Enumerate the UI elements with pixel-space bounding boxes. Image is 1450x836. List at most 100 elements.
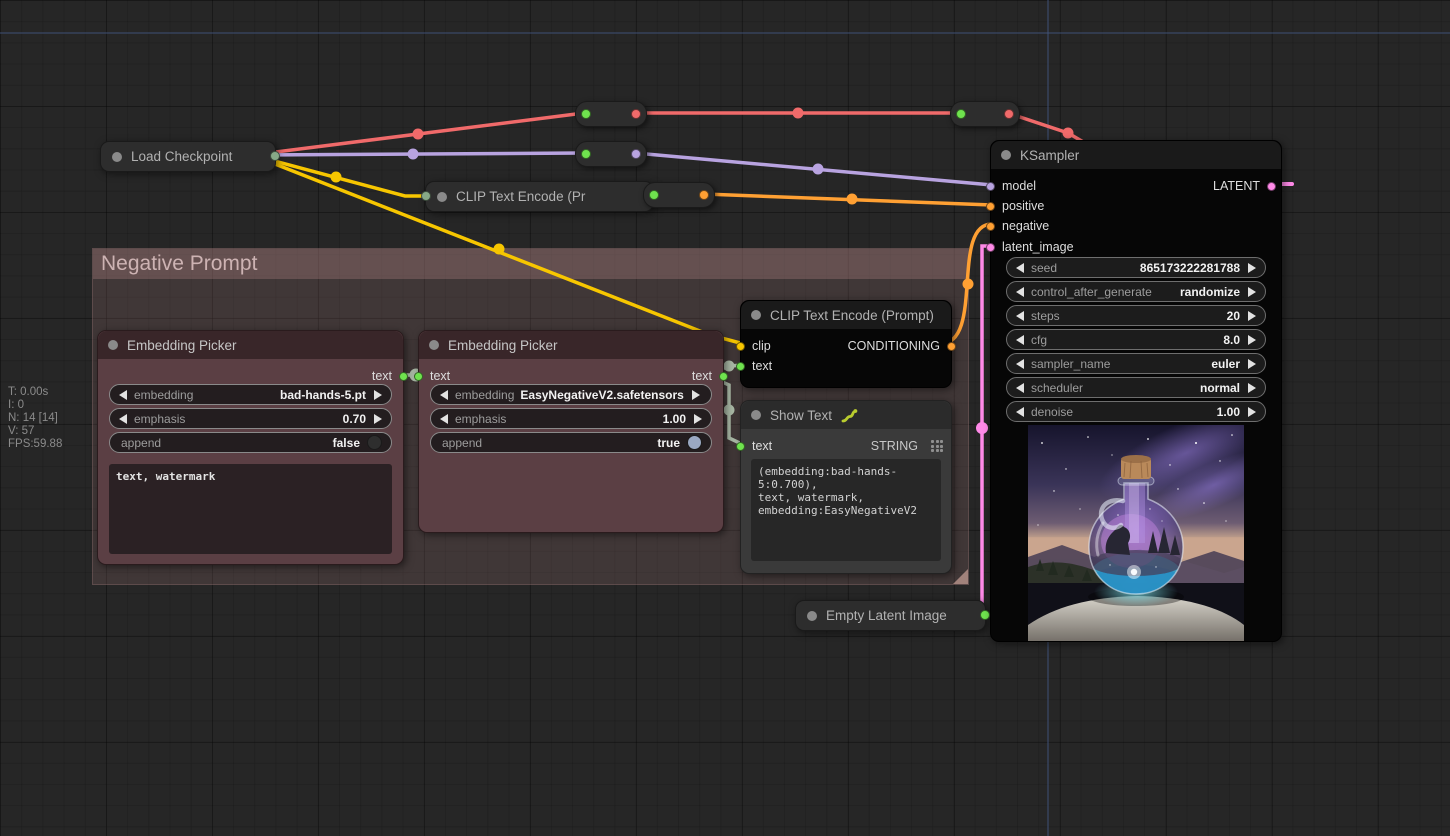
model-input-dot[interactable] [986,181,995,191]
node-clip-text-encode-positive[interactable]: CLIP Text Encode (Pr [421,181,658,212]
reroute-input[interactable] [581,148,591,159]
next-arrow-icon[interactable] [1248,310,1256,321]
output-slot-conditioning[interactable]: CONDITIONING [848,339,956,353]
node-embedding-picker-2[interactable]: Embedding Picker text text embedding Eas… [414,330,728,533]
prev-arrow-icon[interactable] [119,413,127,424]
clip-input-dot[interactable] [736,341,745,351]
next-arrow-icon[interactable] [691,389,700,400]
reroute-conditioning[interactable] [643,182,715,208]
conditioning-output-dot[interactable] [947,341,956,351]
input-slot-positive[interactable]: positive [986,199,1044,213]
reroute-output[interactable] [631,108,641,119]
collapse-toggle[interactable] [751,410,761,420]
node-graph-canvas[interactable]: T: 0.00s I: 0 N: 14 [14] V: 57 FPS:59.88… [0,0,1450,836]
collapse-toggle[interactable] [429,340,439,350]
widget-emphasis[interactable]: emphasis 1.00 [430,408,712,429]
next-arrow-icon[interactable] [1248,286,1256,297]
output-slot[interactable] [270,151,280,161]
prev-arrow-icon[interactable] [1016,310,1024,321]
input-slot-text[interactable]: text [736,359,772,373]
collapse-toggle[interactable] [807,610,817,621]
reroute-input[interactable] [649,189,659,200]
node-title-bar[interactable]: CLIP Text Encode (Prompt) [741,301,951,329]
collapse-toggle[interactable] [1001,150,1011,160]
widget-append[interactable]: append true [430,432,712,453]
node-empty-latent-image[interactable]: Empty Latent Image [795,600,990,631]
next-arrow-icon[interactable] [1248,358,1256,369]
negative-input-dot[interactable] [986,221,995,231]
prev-arrow-icon[interactable] [119,389,127,400]
toggle-dot[interactable] [687,435,702,450]
widget-denoise[interactable]: denoise 1.00 [1006,401,1266,422]
text-input-dot[interactable] [414,371,423,381]
prompt-textarea[interactable]: text, watermark [109,464,392,554]
reroute-model[interactable] [575,141,647,167]
group-negative-prompt-header[interactable]: Negative Prompt [93,249,968,279]
reroute-output[interactable] [631,148,641,159]
collapse-toggle[interactable] [437,191,447,202]
prev-arrow-icon[interactable] [1016,382,1024,393]
widget-steps[interactable]: steps 20 [1006,305,1266,326]
input-slot-negative[interactable]: negative [986,219,1049,233]
node-load-checkpoint[interactable]: Load Checkpoint [100,141,280,172]
prev-arrow-icon[interactable] [1016,334,1024,345]
next-arrow-icon[interactable] [1248,406,1256,417]
next-arrow-icon[interactable] [374,413,382,424]
widget-emphasis[interactable]: emphasis 0.70 [109,408,392,429]
prev-arrow-icon[interactable] [1016,262,1024,273]
node-title-bar[interactable]: Embedding Picker [98,331,403,359]
positive-input-dot[interactable] [986,201,995,211]
widget-embedding[interactable]: embedding EasyNegativeV2.safetensors [430,384,712,405]
widget-scheduler[interactable]: scheduler normal [1006,377,1266,398]
input-slot-latent-image[interactable]: latent_image [986,240,1074,254]
output-slot-text[interactable]: text [372,369,408,383]
node-embedding-picker-1[interactable]: Embedding Picker text embedding bad-hand… [97,330,408,565]
toggle-dot[interactable] [367,435,382,450]
group-resize-handle[interactable] [953,569,968,584]
node-title-bar[interactable]: Show Text [741,401,951,429]
prev-arrow-icon[interactable] [1016,286,1024,297]
prev-arrow-icon[interactable] [1016,406,1024,417]
input-slot-text[interactable]: text [414,369,450,383]
reroute-vae-1[interactable] [575,101,647,127]
next-arrow-icon[interactable] [1248,262,1256,273]
prev-arrow-icon[interactable] [1016,358,1024,369]
next-arrow-icon[interactable] [694,413,702,424]
output-slot-string[interactable]: STRING [871,439,943,453]
prev-arrow-icon[interactable] [440,389,448,400]
node-clip-text-encode-negative[interactable]: CLIP Text Encode (Prompt) clip text COND… [736,300,956,388]
collapse-toggle[interactable] [108,340,118,350]
reroute-vae-2[interactable] [950,101,1020,127]
node-title-bar[interactable]: KSampler [991,141,1281,169]
widget-seed[interactable]: seed 865173222281788 [1006,257,1266,278]
collapse-toggle[interactable] [112,151,122,162]
reroute-input[interactable] [581,108,591,119]
next-arrow-icon[interactable] [1248,382,1256,393]
node-title-bar[interactable]: Embedding Picker [419,331,723,359]
widget-embedding[interactable]: embedding bad-hands-5.pt [109,384,392,405]
input-slot[interactable] [421,191,431,201]
widget-cfg[interactable]: cfg 8.0 [1006,329,1266,350]
output-slot-latent[interactable]: LATENT [1213,179,1276,193]
next-arrow-icon[interactable] [374,389,382,400]
text-output-dot[interactable] [719,371,728,381]
text-input-dot[interactable] [736,361,745,371]
widget-append[interactable]: append false [109,432,392,453]
next-arrow-icon[interactable] [1248,334,1256,345]
widget-control-after-generate[interactable]: control_after_generate randomize [1006,281,1266,302]
reroute-output[interactable] [1004,108,1014,119]
input-slot-text[interactable]: text [736,439,772,453]
output-slot-text[interactable]: text [692,369,728,383]
prev-arrow-icon[interactable] [440,413,448,424]
output-slot[interactable] [980,610,990,620]
input-slot-model[interactable]: model [986,179,1036,193]
text-output-dot[interactable] [399,371,408,381]
widget-sampler-name[interactable]: sampler_name euler [1006,353,1266,374]
latent-output-dot[interactable] [1267,181,1276,191]
input-slot-clip[interactable]: clip [736,339,771,353]
reroute-output[interactable] [699,189,709,200]
text-input-dot[interactable] [736,441,745,451]
reroute-input[interactable] [956,108,966,119]
collapse-toggle[interactable] [751,310,761,320]
latent-input-dot[interactable] [986,242,995,252]
